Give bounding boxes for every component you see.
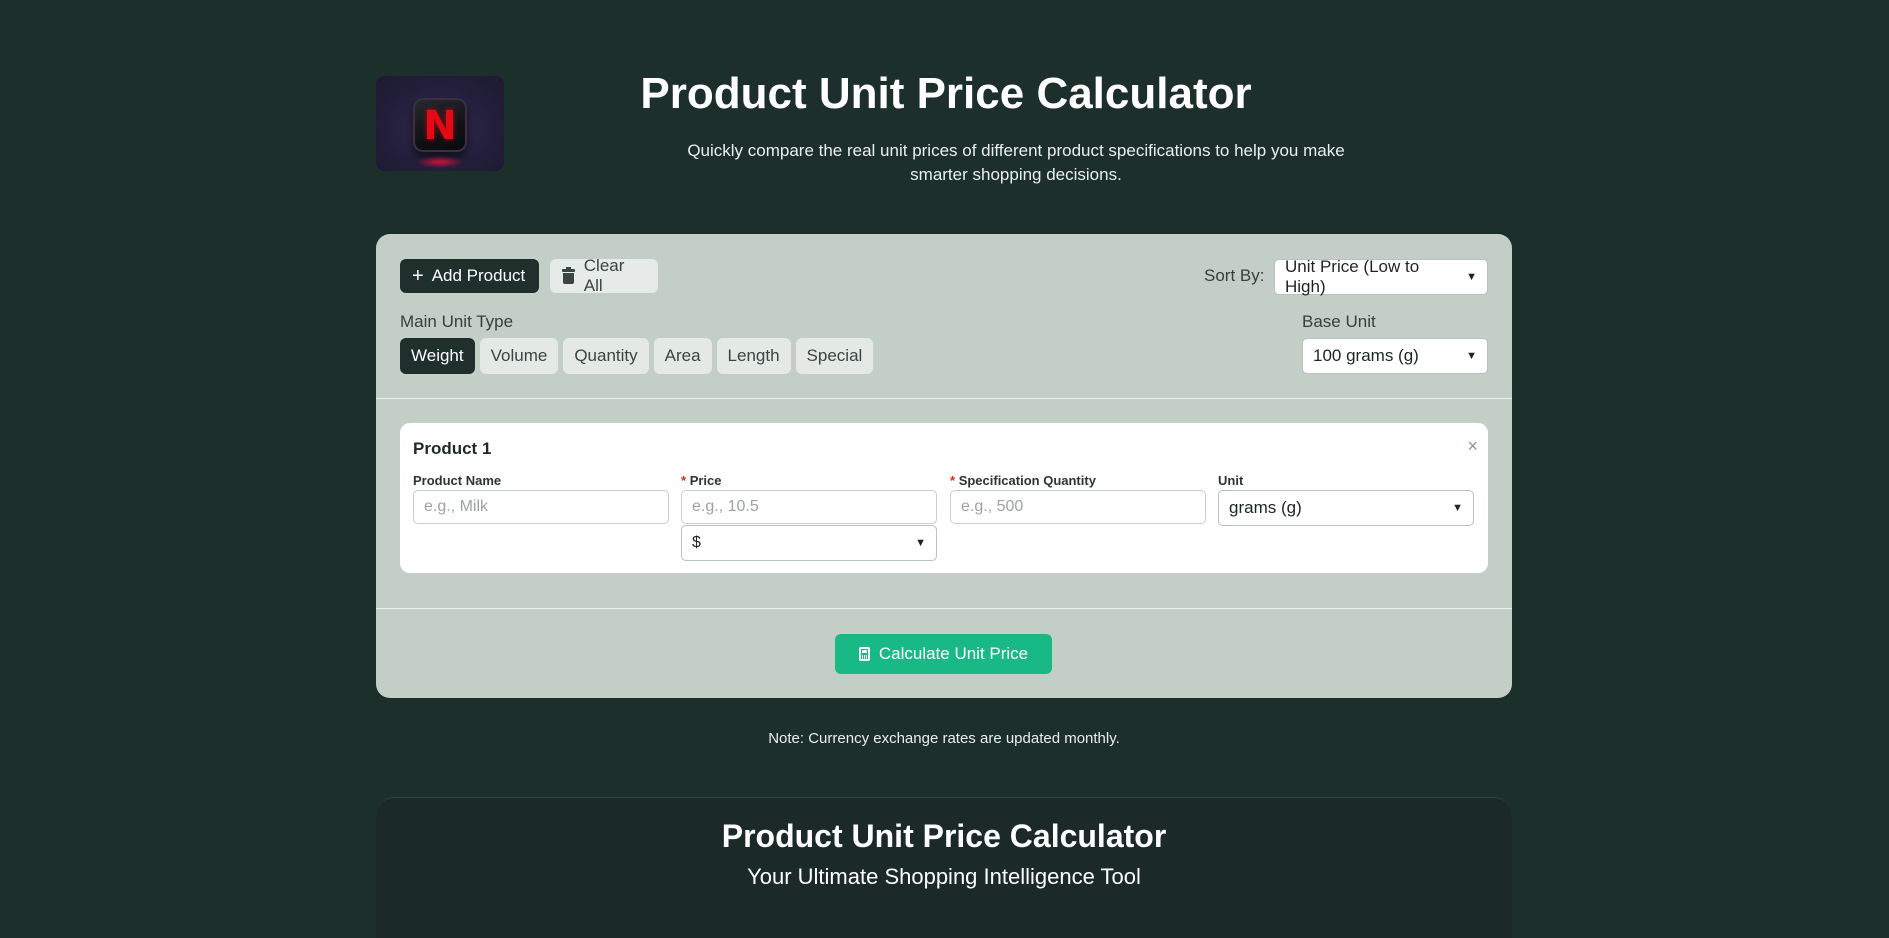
calculator-card: + Add Product Clear All Sort By: Unit Pr…	[376, 234, 1512, 698]
tab-weight[interactable]: Weight	[400, 338, 475, 374]
unit-select[interactable]: grams (g) ▼	[1218, 490, 1474, 526]
trash-icon	[562, 266, 575, 284]
info-section: Product Unit Price Calculator Your Ultim…	[376, 797, 1512, 938]
spec-quantity-placeholder: e.g., 500	[961, 498, 1024, 515]
unit-type-label: Main Unit Type	[400, 312, 514, 331]
base-unit-select[interactable]: 100 grams (g) ▼	[1302, 338, 1488, 374]
currency-select[interactable]: $ ▼	[681, 525, 937, 561]
price-input[interactable]: e.g., 10.5	[681, 490, 937, 524]
spec-quantity-input[interactable]: e.g., 500	[950, 490, 1206, 524]
tab-volume[interactable]: Volume	[479, 338, 559, 374]
calculate-button[interactable]: Calculate Unit Price	[835, 634, 1052, 674]
chevron-down-icon: ▼	[1466, 271, 1477, 283]
spec-quantity-label: * Specification Quantity	[950, 473, 1096, 488]
sort-label: Sort By:	[1204, 266, 1265, 285]
product-card: Product 1 × Product Name e.g., Milk * Pr…	[400, 423, 1488, 573]
clear-all-label: Clear All	[583, 256, 625, 295]
price-label: * Price	[681, 473, 722, 488]
unit-label: Unit	[1218, 473, 1244, 488]
page-subtitle: Quickly compare the real unit prices of …	[687, 141, 1345, 184]
divider	[376, 608, 1512, 609]
info-subtitle: Your Ultimate Shopping Intelligence Tool	[747, 864, 1141, 889]
divider	[376, 398, 1512, 399]
chevron-down-icon: ▼	[1466, 350, 1477, 362]
product-title: Product 1	[413, 439, 492, 458]
plus-icon: +	[412, 265, 424, 287]
base-unit-label: Base Unit	[1302, 312, 1376, 331]
unit-value: grams (g)	[1229, 498, 1302, 517]
required-mark: *	[681, 473, 687, 488]
tab-quantity[interactable]: Quantity	[563, 338, 649, 374]
spec-quantity-label-text: Specification Quantity	[958, 473, 1096, 488]
sort-select-value: Unit Price (Low to High)	[1285, 257, 1420, 296]
required-mark: *	[950, 473, 956, 488]
unit-type-tabs: Weight Volume Quantity Area Length Speci…	[400, 338, 874, 374]
tab-special[interactable]: Special	[795, 338, 874, 374]
price-placeholder: e.g., 10.5	[692, 498, 759, 515]
price-label-text: Price	[689, 473, 722, 488]
currency-note: Note: Currency exchange rates are update…	[768, 730, 1120, 747]
tab-area[interactable]: Area	[653, 338, 712, 374]
page-title: Product Unit Price Calculator	[640, 69, 1252, 118]
info-title: Product Unit Price Calculator	[721, 818, 1167, 854]
sort-select[interactable]: Unit Price (Low to High) ▼	[1274, 257, 1488, 296]
chevron-down-icon: ▼	[915, 537, 926, 549]
calculator-icon	[858, 647, 870, 661]
currency-value: $	[692, 534, 701, 551]
clear-all-button[interactable]: Clear All	[550, 256, 658, 295]
product-name-placeholder: e.g., Milk	[424, 498, 489, 515]
base-unit-value: 100 grams (g)	[1313, 346, 1419, 365]
calculate-label: Calculate Unit Price	[878, 644, 1029, 663]
close-icon[interactable]: ×	[1467, 436, 1478, 457]
add-product-label: Add Product	[431, 266, 526, 285]
tab-length[interactable]: Length	[716, 338, 791, 374]
product-name-label: Product Name	[413, 473, 502, 488]
product-name-input[interactable]: e.g., Milk	[413, 490, 669, 524]
add-product-button[interactable]: + Add Product	[400, 259, 539, 293]
chevron-down-icon: ▼	[1452, 502, 1463, 514]
